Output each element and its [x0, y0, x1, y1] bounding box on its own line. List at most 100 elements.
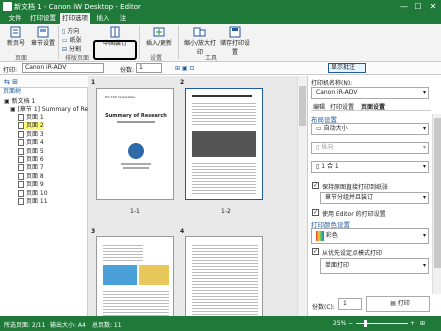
separator	[178, 26, 179, 59]
close-button[interactable]: ✕	[426, 0, 440, 13]
orientation-button[interactable]: ▯ 方向	[62, 26, 92, 35]
size-select[interactable]: ▭ 自动大小 ▾	[311, 123, 429, 135]
split-icon: ⊟	[62, 46, 68, 53]
ribbon: 新页号 章节设置 ▯ 方向 ▭ 纸张 ⊟ 分割 中国装订 插入/更新 缩小/放大…	[0, 24, 441, 62]
page-thumbnail-3[interactable]	[96, 236, 174, 318]
tree-page-item[interactable]: 页面 8	[18, 172, 44, 181]
tab-file[interactable]: 文件	[4, 13, 26, 24]
page1-subtitle-line	[117, 121, 155, 123]
pages-per-sheet-value: 1 合 1	[321, 163, 339, 170]
copies-input-right-value: 1	[343, 300, 347, 307]
settings-pane: 打印机名称(N): Canon iR-ADV ▾ 编辑 打印设置 页面设置 布局设…	[307, 76, 441, 316]
page1-logo	[128, 143, 144, 159]
printer-label: 打印:	[3, 67, 18, 74]
zoom-in-icon[interactable]: +	[410, 320, 415, 327]
preview-scroll-thumb[interactable]	[299, 86, 306, 126]
print-toolbar: 打印: Canon iR-ADV 份数: 1 ⊞ ▣ ⊡ 显示批注	[0, 62, 441, 75]
priority-mode-checkbox[interactable]: ✓	[312, 248, 319, 255]
printer-select-value: Canon iR-ADV	[25, 64, 67, 71]
reduce-enlarge-button[interactable]: 缩小/放大打印	[182, 26, 218, 56]
insert-update-button[interactable]: 插入/更新	[142, 26, 176, 47]
use-editor-settings-checkbox[interactable]: ✓	[312, 209, 319, 216]
printer-icon: ▤	[390, 300, 398, 307]
tree-page-item[interactable]: 页面 11	[18, 198, 48, 206]
preview-scrollbar[interactable]	[297, 76, 307, 316]
chapter-icon	[37, 26, 49, 38]
tree-page-item[interactable]: 页面 1	[18, 114, 44, 122]
page1-header: Pm 7XX Corporation	[105, 95, 136, 99]
tree-page-label: 页面 7	[26, 164, 44, 172]
printer-select[interactable]: Canon iR-ADV	[22, 63, 104, 73]
chapter-settings-button[interactable]: 章节设置	[30, 26, 56, 47]
tab-print-options[interactable]: 打印选项	[60, 13, 90, 24]
page-icon	[18, 122, 24, 130]
duplex-select[interactable]: 单面打印 ▾	[320, 258, 429, 274]
copies-input-right[interactable]: 1	[338, 298, 362, 310]
tree-page-item[interactable]: 页面 4	[18, 139, 44, 147]
save-print-settings-button[interactable]: 储存打印设置	[220, 26, 250, 56]
tree-page-item[interactable]: 页面 3	[18, 130, 44, 139]
page3-photo	[103, 265, 137, 285]
tab-insert[interactable]: 插入	[92, 13, 114, 24]
duplex-value: 单面打印	[325, 262, 350, 269]
chevron-down-icon: ▾	[422, 262, 426, 269]
tree-document[interactable]: ▣ 新文档 1	[4, 98, 35, 106]
tree-page-item[interactable]: 页面 6	[18, 156, 44, 164]
maximize-button[interactable]: ☐	[411, 0, 425, 13]
tree-page-label: 页面 11	[26, 198, 48, 205]
chevron-down-icon: ▾	[422, 144, 426, 151]
keep-original-checkbox[interactable]: ✓	[312, 182, 319, 189]
copies-input-value: 1	[139, 64, 143, 71]
page-thumbnail-1[interactable]: Pm 7XX Corporation Summary of Research	[96, 88, 174, 200]
printer-name-label: 打印机名称(N):	[311, 80, 353, 87]
page-number-icon	[10, 26, 21, 38]
chapter-binding-select[interactable]: 章节分组并且装订 ▾	[320, 192, 429, 204]
page-tree-title: 页面树	[3, 88, 22, 95]
page-icon	[18, 147, 24, 155]
tree-page-label: 页面 8	[26, 172, 44, 180]
minimize-button[interactable]: —	[397, 0, 411, 13]
status-bar: 所选页面: 2/11 输出大小: A4 总页数: 11 25% − + ⊞	[0, 316, 441, 331]
tab-annotate[interactable]: 注	[116, 13, 130, 24]
zoom-slider-handle[interactable]	[364, 320, 367, 327]
page3-text-block	[103, 289, 169, 317]
page-thumbnail-4[interactable]	[185, 236, 263, 318]
page-number-2: 2	[180, 79, 185, 86]
chapter-binding-value: 章节分组并且装订	[325, 194, 374, 201]
page-thumbnail-2[interactable]	[185, 88, 263, 200]
group-label-layout: 排版页面	[65, 55, 90, 62]
tab-divider	[311, 110, 431, 111]
page-label-2: 1-2	[221, 208, 231, 215]
tree-page-item[interactable]: 页面 9	[18, 181, 44, 189]
show-annotations-button[interactable]: 显示批注	[328, 63, 366, 73]
save-print-settings-label: 储存打印设置	[220, 40, 251, 56]
tab-print-settings[interactable]: 打印设置	[28, 13, 58, 24]
printer-name-select[interactable]: Canon iR-ADV ▾	[311, 87, 429, 99]
show-annotations-label: 显示批注	[331, 64, 356, 71]
zoom-out-icon[interactable]: −	[348, 320, 353, 327]
fit-page-icon[interactable]: ⊞	[420, 320, 425, 327]
tree-page-item[interactable]: 页面 2	[18, 122, 44, 131]
new-page-number-label: 新页号	[6, 40, 25, 47]
orientation-select[interactable]: ▯ 纵向 ▾	[311, 142, 429, 154]
tree-chapter[interactable]: ▣ [章节 1] Summary of Re	[10, 106, 88, 114]
tree-page-item[interactable]: 页面 5	[18, 147, 44, 156]
page1-text-line	[123, 167, 149, 169]
new-page-number-button[interactable]: 新页号	[4, 26, 28, 47]
page-icon	[18, 181, 24, 189]
paper-button[interactable]: ▭ 纸张	[62, 35, 92, 44]
settings-scrollbar[interactable]	[432, 114, 441, 294]
settings-scroll-thumb[interactable]	[434, 118, 441, 268]
pages-per-sheet-select[interactable]: ▯ 1 合 1 ▾	[311, 161, 429, 173]
page-number-4: 4	[180, 228, 185, 235]
tree-page-item[interactable]: 页面 10	[18, 189, 48, 198]
tree-tool-icon[interactable]: ⇆ ⊞	[4, 78, 18, 86]
split-button[interactable]: ⊟ 分割	[62, 44, 92, 53]
chapter-settings-label: 章节设置	[30, 40, 55, 47]
tree-page-item[interactable]: 页面 7	[18, 164, 44, 172]
print-button-label: 打印	[397, 300, 410, 307]
page-controls-icon[interactable]: ⊞ ▣ ⊡	[175, 65, 195, 72]
copies-input[interactable]: 1	[136, 63, 162, 73]
print-button[interactable]: ▤ 打印	[366, 296, 430, 312]
color-mode-select[interactable]: 彩色 ▾	[311, 228, 429, 244]
